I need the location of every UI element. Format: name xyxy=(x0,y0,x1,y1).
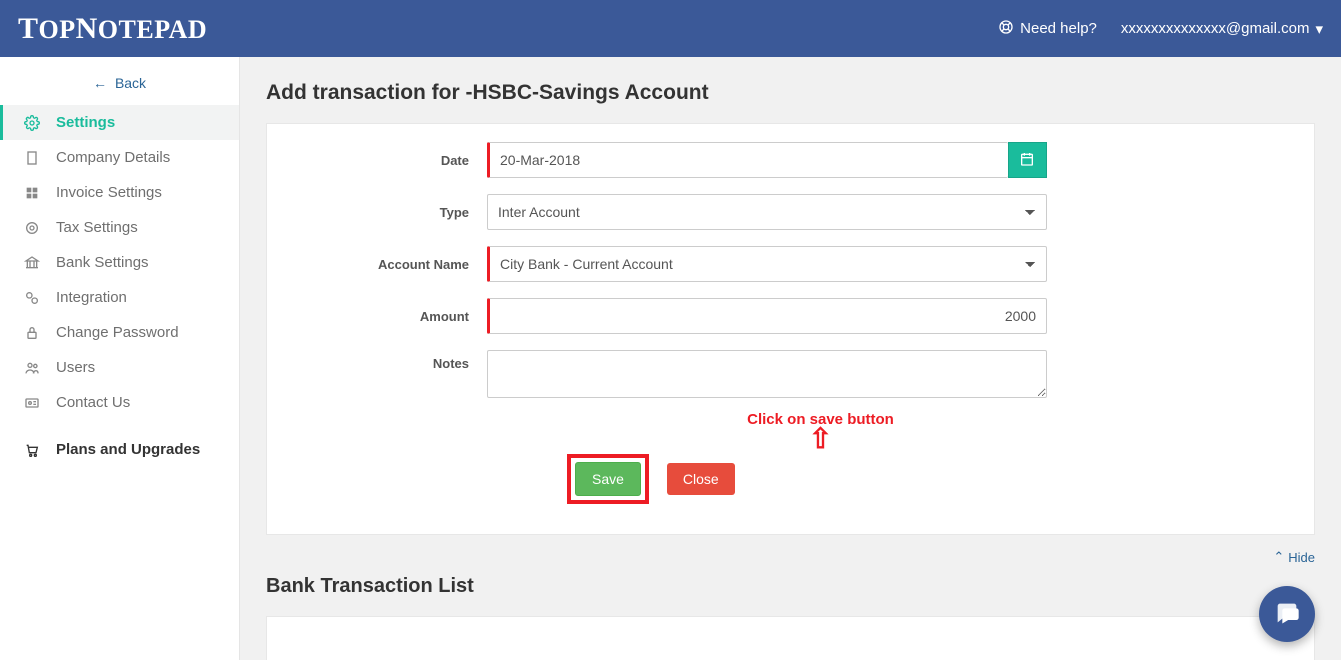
chat-icon xyxy=(1273,599,1301,630)
annotation-text: Click on save button ⇧ xyxy=(347,411,1294,448)
target-icon xyxy=(22,220,42,236)
gear-icon xyxy=(22,115,42,131)
user-menu[interactable]: xxxxxxxxxxxxxx@gmail.com ▾ xyxy=(1121,20,1323,38)
calendar-icon xyxy=(1019,151,1035,170)
sidebar-item-settings[interactable]: Settings xyxy=(0,105,239,140)
users-icon xyxy=(22,360,42,376)
id-card-icon xyxy=(22,395,42,411)
top-navbar: TOPNOTEPAD Need help? xxxxxxxxxxxxxx@gma… xyxy=(0,0,1341,57)
back-link[interactable]: ← Back xyxy=(0,65,239,105)
amount-input[interactable] xyxy=(487,298,1047,334)
sidebar-item-change-password[interactable]: Change Password xyxy=(0,315,239,350)
sidebar-item-contact-us[interactable]: Contact Us xyxy=(0,385,239,420)
main-content: Add transaction for -HSBC-Savings Accoun… xyxy=(240,57,1341,660)
date-picker-button[interactable] xyxy=(1008,142,1047,178)
sidebar: ← Back Settings Company Details Invoice … xyxy=(0,57,240,660)
bank-transaction-list-title: Bank Transaction List xyxy=(266,575,1315,598)
need-help-label: Need help? xyxy=(1020,20,1097,37)
transaction-form-card: Date Type Inter Account xyxy=(266,123,1315,535)
type-select[interactable]: Inter Account xyxy=(487,194,1047,230)
hide-link[interactable]: ⌃ Hide xyxy=(1273,549,1315,565)
sidebar-item-label: Integration xyxy=(56,289,127,306)
life-ring-icon xyxy=(998,19,1014,39)
sidebar-item-invoice-settings[interactable]: Invoice Settings xyxy=(0,175,239,210)
bank-icon xyxy=(22,255,42,271)
gears-icon xyxy=(22,290,42,306)
brand-logo: TOPNOTEPAD xyxy=(18,12,207,46)
sidebar-item-label: Contact Us xyxy=(56,394,130,411)
cart-icon xyxy=(22,442,42,458)
close-button[interactable]: Close xyxy=(667,463,735,495)
grid-icon xyxy=(22,185,42,201)
sidebar-settings-label: Settings xyxy=(56,114,115,131)
need-help-link[interactable]: Need help? xyxy=(998,19,1097,39)
sidebar-plans-label: Plans and Upgrades xyxy=(56,441,200,458)
chevrons-up-icon: ⌃ xyxy=(1273,549,1284,565)
page-title: Add transaction for -HSBC-Savings Accoun… xyxy=(266,81,1315,105)
account-name-select[interactable]: City Bank - Current Account xyxy=(487,246,1047,282)
save-highlight-box: Save xyxy=(567,454,649,504)
lock-icon xyxy=(22,325,42,341)
account-label: Account Name xyxy=(287,257,487,272)
date-label: Date xyxy=(287,153,487,168)
type-label: Type xyxy=(287,205,487,220)
sidebar-item-bank-settings[interactable]: Bank Settings xyxy=(0,245,239,280)
building-icon xyxy=(22,150,42,166)
caret-down-icon: ▾ xyxy=(1315,20,1323,38)
sidebar-item-label: Invoice Settings xyxy=(56,184,162,201)
notes-textarea[interactable] xyxy=(487,350,1047,398)
arrow-up-icon: ⇧ xyxy=(347,430,1294,448)
sidebar-item-label: Users xyxy=(56,359,95,376)
back-label: Back xyxy=(115,75,146,91)
amount-label: Amount xyxy=(287,309,487,324)
user-email-label: xxxxxxxxxxxxxx@gmail.com xyxy=(1121,20,1310,37)
sidebar-item-integration[interactable]: Integration xyxy=(0,280,239,315)
save-button[interactable]: Save xyxy=(575,462,641,496)
sidebar-item-tax-settings[interactable]: Tax Settings xyxy=(0,210,239,245)
sidebar-item-label: Tax Settings xyxy=(56,219,138,236)
chat-fab[interactable] xyxy=(1259,586,1315,642)
date-input[interactable] xyxy=(487,142,1008,178)
sidebar-item-users[interactable]: Users xyxy=(0,350,239,385)
sidebar-item-label: Change Password xyxy=(56,324,179,341)
notes-label: Notes xyxy=(287,350,487,371)
sidebar-item-plans[interactable]: Plans and Upgrades xyxy=(0,432,239,467)
sidebar-item-label: Company Details xyxy=(56,149,170,166)
arrow-left-icon: ← xyxy=(93,75,107,91)
sidebar-item-company-details[interactable]: Company Details xyxy=(0,140,239,175)
sidebar-item-label: Bank Settings xyxy=(56,254,149,271)
